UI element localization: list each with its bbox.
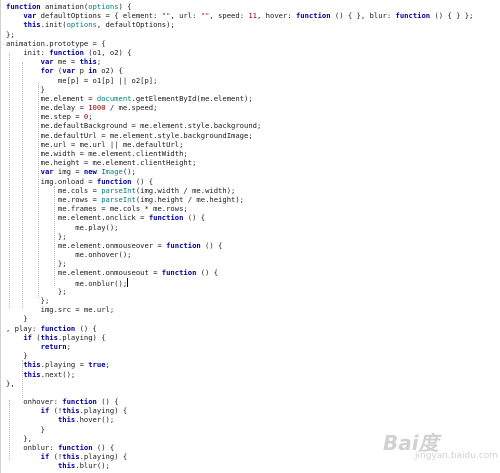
code-line[interactable]: me.play(); xyxy=(6,223,473,232)
code-line[interactable]: init: function (o1, o2) { xyxy=(6,48,473,57)
watermark-logo: Bai度 jingyan.baidu.com xyxy=(383,427,498,467)
code-line[interactable]: }; xyxy=(6,287,473,296)
code-line[interactable]: }; xyxy=(6,30,473,39)
code-line[interactable]: var defaultOptions = { element: "", url:… xyxy=(6,11,473,20)
code-line[interactable]: me.cols = parseInt(img.width / me.width)… xyxy=(6,186,473,195)
code-line[interactable]: } xyxy=(6,85,473,94)
code-line[interactable]: }; xyxy=(6,259,473,268)
code-line[interactable]: if (!this.playing) { xyxy=(6,406,473,415)
code-line[interactable]: me.url = me.url || me.defaultUrl; xyxy=(6,140,473,149)
code-line[interactable]: this.hover(); xyxy=(6,415,473,424)
code-line[interactable]: me.defaultUrl = me.element.style.backgro… xyxy=(6,131,473,140)
code-line[interactable]: img.src = me.url; xyxy=(6,305,473,314)
code-line[interactable]: me[p] = o1[p] || o2[p]; xyxy=(6,76,473,85)
code-line[interactable]: me.delay = 1000 / me.speed; xyxy=(6,103,473,112)
code-line[interactable]: me.step = 0; xyxy=(6,112,473,121)
watermark-url: jingyan.baidu.com xyxy=(415,451,499,461)
code-line[interactable]: , play: function () { xyxy=(6,324,473,333)
code-line[interactable]: me.rows = parseInt(img.height / me.heigh… xyxy=(6,195,473,204)
code-line[interactable]: function animation(options) { xyxy=(6,2,473,11)
code-editor[interactable]: function animation(options) { var defaul… xyxy=(0,0,500,473)
code-line[interactable]: me.element.onclick = function () { xyxy=(6,213,473,222)
code-line[interactable]: animation.prototype = { xyxy=(6,39,473,48)
code-line[interactable]: if (this.playing) { xyxy=(6,333,473,342)
code-line[interactable]: me.defaultBackground = me.element.style.… xyxy=(6,121,473,130)
code-line[interactable]: me.onblur(); xyxy=(6,277,473,288)
code-line[interactable]: me.element = document.getElementById(me.… xyxy=(6,94,473,103)
code-line[interactable]: for (var p in o2) { xyxy=(6,66,473,75)
code-line[interactable]: ​ xyxy=(6,388,473,397)
code-line[interactable]: this.init(options, defaultOptions); xyxy=(6,20,473,29)
code-lines[interactable]: function animation(options) { var defaul… xyxy=(6,2,473,471)
code-line[interactable]: this.playing = true; xyxy=(6,360,473,369)
code-line[interactable]: me.element.onmouseover = function () { xyxy=(6,241,473,250)
code-line[interactable]: me.onhover(); xyxy=(6,250,473,259)
code-line[interactable]: me.height = me.element.clientHeight; xyxy=(6,158,473,167)
code-line[interactable]: var me = this; xyxy=(6,57,473,66)
code-line[interactable]: me.width = me.element.clientWidth; xyxy=(6,149,473,158)
code-line[interactable]: return; xyxy=(6,342,473,351)
code-line[interactable]: me.element.onmouseout = function () { xyxy=(6,268,473,277)
code-line[interactable]: this.next(); xyxy=(6,370,473,379)
code-line[interactable]: } xyxy=(6,314,473,323)
code-line[interactable]: }; xyxy=(6,232,473,241)
code-line[interactable]: me.frames = me.cols * me.rows; xyxy=(6,204,473,213)
code-line[interactable]: }, xyxy=(6,379,473,388)
code-line[interactable]: var img = new Image(); xyxy=(6,167,473,176)
code-line[interactable]: }; xyxy=(6,296,473,305)
code-line[interactable]: img.onload = function () { xyxy=(6,177,473,186)
code-line[interactable]: } xyxy=(6,351,473,360)
text-caret xyxy=(127,277,129,287)
code-line[interactable]: onhover: function () { xyxy=(6,397,473,406)
